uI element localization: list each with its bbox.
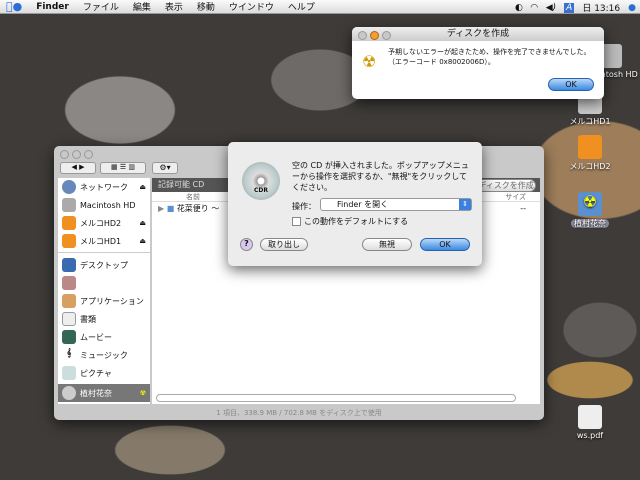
desktop-icon-cd[interactable]: ☢ 植村花奈 [555, 192, 625, 229]
sidebar-label: アプリケーション [80, 296, 144, 306]
sidebar-item-music[interactable]: 𝄞 ミュージック [58, 346, 150, 364]
cd-inserted-dialog: CDR 空の CD が挿入されました。ポップアップメニューから操作を選択するか、… [228, 142, 482, 266]
burn-status-icon[interactable]: ◐ [515, 3, 523, 13]
error-text: 予期しないエラーが起きたため、操作を完了できませんでした。 [388, 48, 591, 56]
sidebar-item-applications[interactable]: アプリケーション [58, 292, 150, 310]
sidebar-item-melco-hd2[interactable]: メルコHD2 ⏏ [58, 214, 150, 232]
spotlight-icon[interactable]: ● [628, 3, 636, 13]
horizontal-scrollbar[interactable] [156, 394, 516, 402]
sidebar-item-desktop[interactable]: デスクトップ [58, 256, 150, 274]
window-controls[interactable] [60, 150, 93, 159]
menu-go[interactable]: 移動 [197, 0, 215, 13]
action-gear-icon[interactable]: ⚙▾ [152, 162, 178, 174]
sidebar-label: ネットワーク [80, 182, 128, 192]
default-checkbox-label: この動作をデフォルトにする [304, 217, 409, 226]
sidebar-item-cd[interactable]: 植村花奈 ☢ [58, 384, 150, 402]
sidebar-label: メルコHD2 [80, 218, 122, 228]
default-checkbox-row[interactable]: この動作をデフォルトにする [292, 216, 408, 227]
sidebar-label: デスクトップ [80, 260, 128, 270]
sidebar-item-documents[interactable]: 書類 [58, 310, 150, 328]
sidebar-label: 植村花奈 [80, 388, 112, 398]
menu-window[interactable]: ウインドウ [229, 0, 274, 13]
folder-icon: ■ [166, 204, 175, 213]
eject-icon[interactable]: ⏏ [139, 237, 146, 245]
ok-button[interactable]: OK [420, 238, 470, 251]
menu-file[interactable]: ファイル [83, 0, 119, 13]
menu-edit[interactable]: 編集 [133, 0, 151, 13]
sidebar-item-network[interactable]: ネットワーク ⏏ [58, 178, 150, 196]
sidebar-label: 書類 [80, 314, 96, 324]
cd-header-title: 記録可能 CD [158, 180, 205, 189]
sidebar-label: ミュージック [80, 350, 128, 360]
help-button[interactable]: ? [240, 238, 253, 251]
action-popup-value: Finder を開く [337, 200, 389, 209]
action-label: 操作： [292, 202, 316, 211]
desktop-icon-label: 植村花奈 [571, 219, 609, 228]
desktop-icon-label: メルコHD1 [569, 117, 611, 126]
eject-icon[interactable]: ⏏ [139, 183, 146, 191]
disclosure-triangle-icon[interactable]: ▶ [158, 204, 164, 213]
menu-help[interactable]: ヘルプ [288, 0, 315, 13]
error-code: （エラーコード 0x8002006D）。 [388, 58, 495, 66]
status-bar: 1 項目、338.9 MB / 702.8 MB をディスク上で使用 [216, 409, 382, 417]
desktop-icon-pdf[interactable]: ws.pdf [555, 405, 625, 440]
menu-view[interactable]: 表示 [165, 0, 183, 13]
back-forward-buttons[interactable]: ◀ ▶ [60, 162, 96, 174]
action-popup[interactable]: Finder を開く ⇕ [320, 198, 472, 211]
disc-label: CDR [253, 187, 268, 194]
volume-icon[interactable]: ◀) [546, 3, 556, 13]
column-size[interactable]: サイズ [505, 192, 526, 202]
cdr-disc-icon: CDR [242, 162, 280, 200]
sidebar-item-pictures[interactable]: ピクチャ [58, 364, 150, 382]
desktop-icon-melco-hd2[interactable]: メルコHD2 [555, 135, 625, 172]
burn-disc-button[interactable]: ディスクを作成 [476, 179, 536, 192]
clock[interactable]: 日 13:16 [582, 1, 620, 14]
error-dialog-title: ディスクを作成 [446, 29, 510, 39]
file-name: 花菜便り ～ [176, 204, 220, 213]
file-size: -- [520, 204, 526, 213]
sidebar-label: メルコHD1 [80, 236, 122, 246]
sidebar-label: ピクチャ [80, 368, 112, 378]
view-buttons[interactable]: ▦ ☰ ▥ [100, 162, 146, 174]
sidebar-item-movies[interactable]: ムービー [58, 328, 150, 346]
sidebar-item-melco-hd1[interactable]: メルコHD1 ⏏ [58, 232, 150, 250]
sidebar-item-home[interactable] [58, 274, 150, 292]
column-name[interactable]: 名前 [186, 192, 200, 202]
default-checkbox[interactable] [292, 217, 301, 226]
eject-button[interactable]: 取り出し [260, 238, 308, 251]
wifi-icon[interactable]: ◠ [531, 3, 538, 13]
burn-icon[interactable]: ☢ [140, 389, 146, 397]
sidebar: ネットワーク ⏏ Macintosh HD メルコHD2 ⏏ メルコHD1 ⏏ デスク… [58, 178, 150, 404]
sidebar-label: Macintosh HD [80, 200, 136, 210]
menu-bar: ● Finder ファイル 編集 表示 移動 ウインドウ ヘルプ ◐ ◠ ◀)… [0, 0, 640, 14]
window-controls[interactable] [358, 31, 391, 40]
popup-arrows-icon: ⇕ [459, 199, 471, 210]
error-ok-button[interactable]: OK [548, 78, 594, 91]
desktop-icon-label: メルコHD2 [569, 162, 611, 171]
menu-app[interactable]: Finder [36, 2, 69, 12]
sidebar-item-macintosh-hd[interactable]: Macintosh HD [58, 196, 150, 214]
dialog-message: 空の CD が挿入されました。ポップアップメニューから操作を選択するか、"無視"… [292, 161, 469, 192]
error-dialog: ディスクを作成 ☢ 予期しないエラーが起きたため、操作を完了できませんでした。 （… [352, 27, 604, 99]
input-menu-icon[interactable]: A [564, 2, 575, 13]
desktop-icon-label: ws.pdf [576, 431, 604, 440]
apple-menu-icon[interactable]: ● [6, 0, 22, 13]
sidebar-label: ムービー [80, 332, 112, 342]
ignore-button[interactable]: 無視 [362, 238, 412, 251]
burn-warning-icon: ☢ [362, 52, 377, 71]
eject-icon[interactable]: ⏏ [139, 219, 146, 227]
error-message: 予期しないエラーが起きたため、操作を完了できませんでした。 （エラーコード 0x8… [388, 47, 590, 67]
